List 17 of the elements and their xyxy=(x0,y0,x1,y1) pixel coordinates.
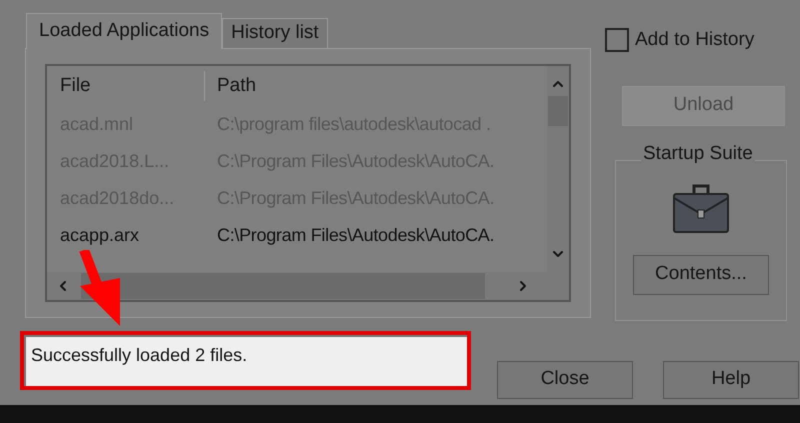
vertical-scrollbar[interactable] xyxy=(547,66,569,272)
briefcase-icon xyxy=(672,182,730,234)
table-cell-text: acapp.arx xyxy=(59,224,140,247)
column-header[interactable]: Path xyxy=(205,71,256,101)
checkbox[interactable] xyxy=(605,28,629,52)
column-header[interactable]: File xyxy=(47,71,205,101)
tab[interactable]: Loaded Applications xyxy=(26,13,222,49)
dialog-button[interactable]: Help xyxy=(663,360,799,398)
dialog-button[interactable]: Close xyxy=(497,360,633,398)
scroll-thumb[interactable] xyxy=(81,273,485,299)
table-cell-text: C:\Program Files\Autodesk\AutoCA. xyxy=(216,224,494,247)
status-field: Successfully loaded 2 files. xyxy=(24,335,467,386)
horizontal-scrollbar[interactable] xyxy=(47,272,569,300)
contents-button[interactable]: Contents... xyxy=(633,254,769,294)
tab[interactable]: History list xyxy=(222,18,328,48)
checkbox-label[interactable]: Add to History xyxy=(635,26,754,54)
scroll-thumb[interactable] xyxy=(548,96,568,126)
